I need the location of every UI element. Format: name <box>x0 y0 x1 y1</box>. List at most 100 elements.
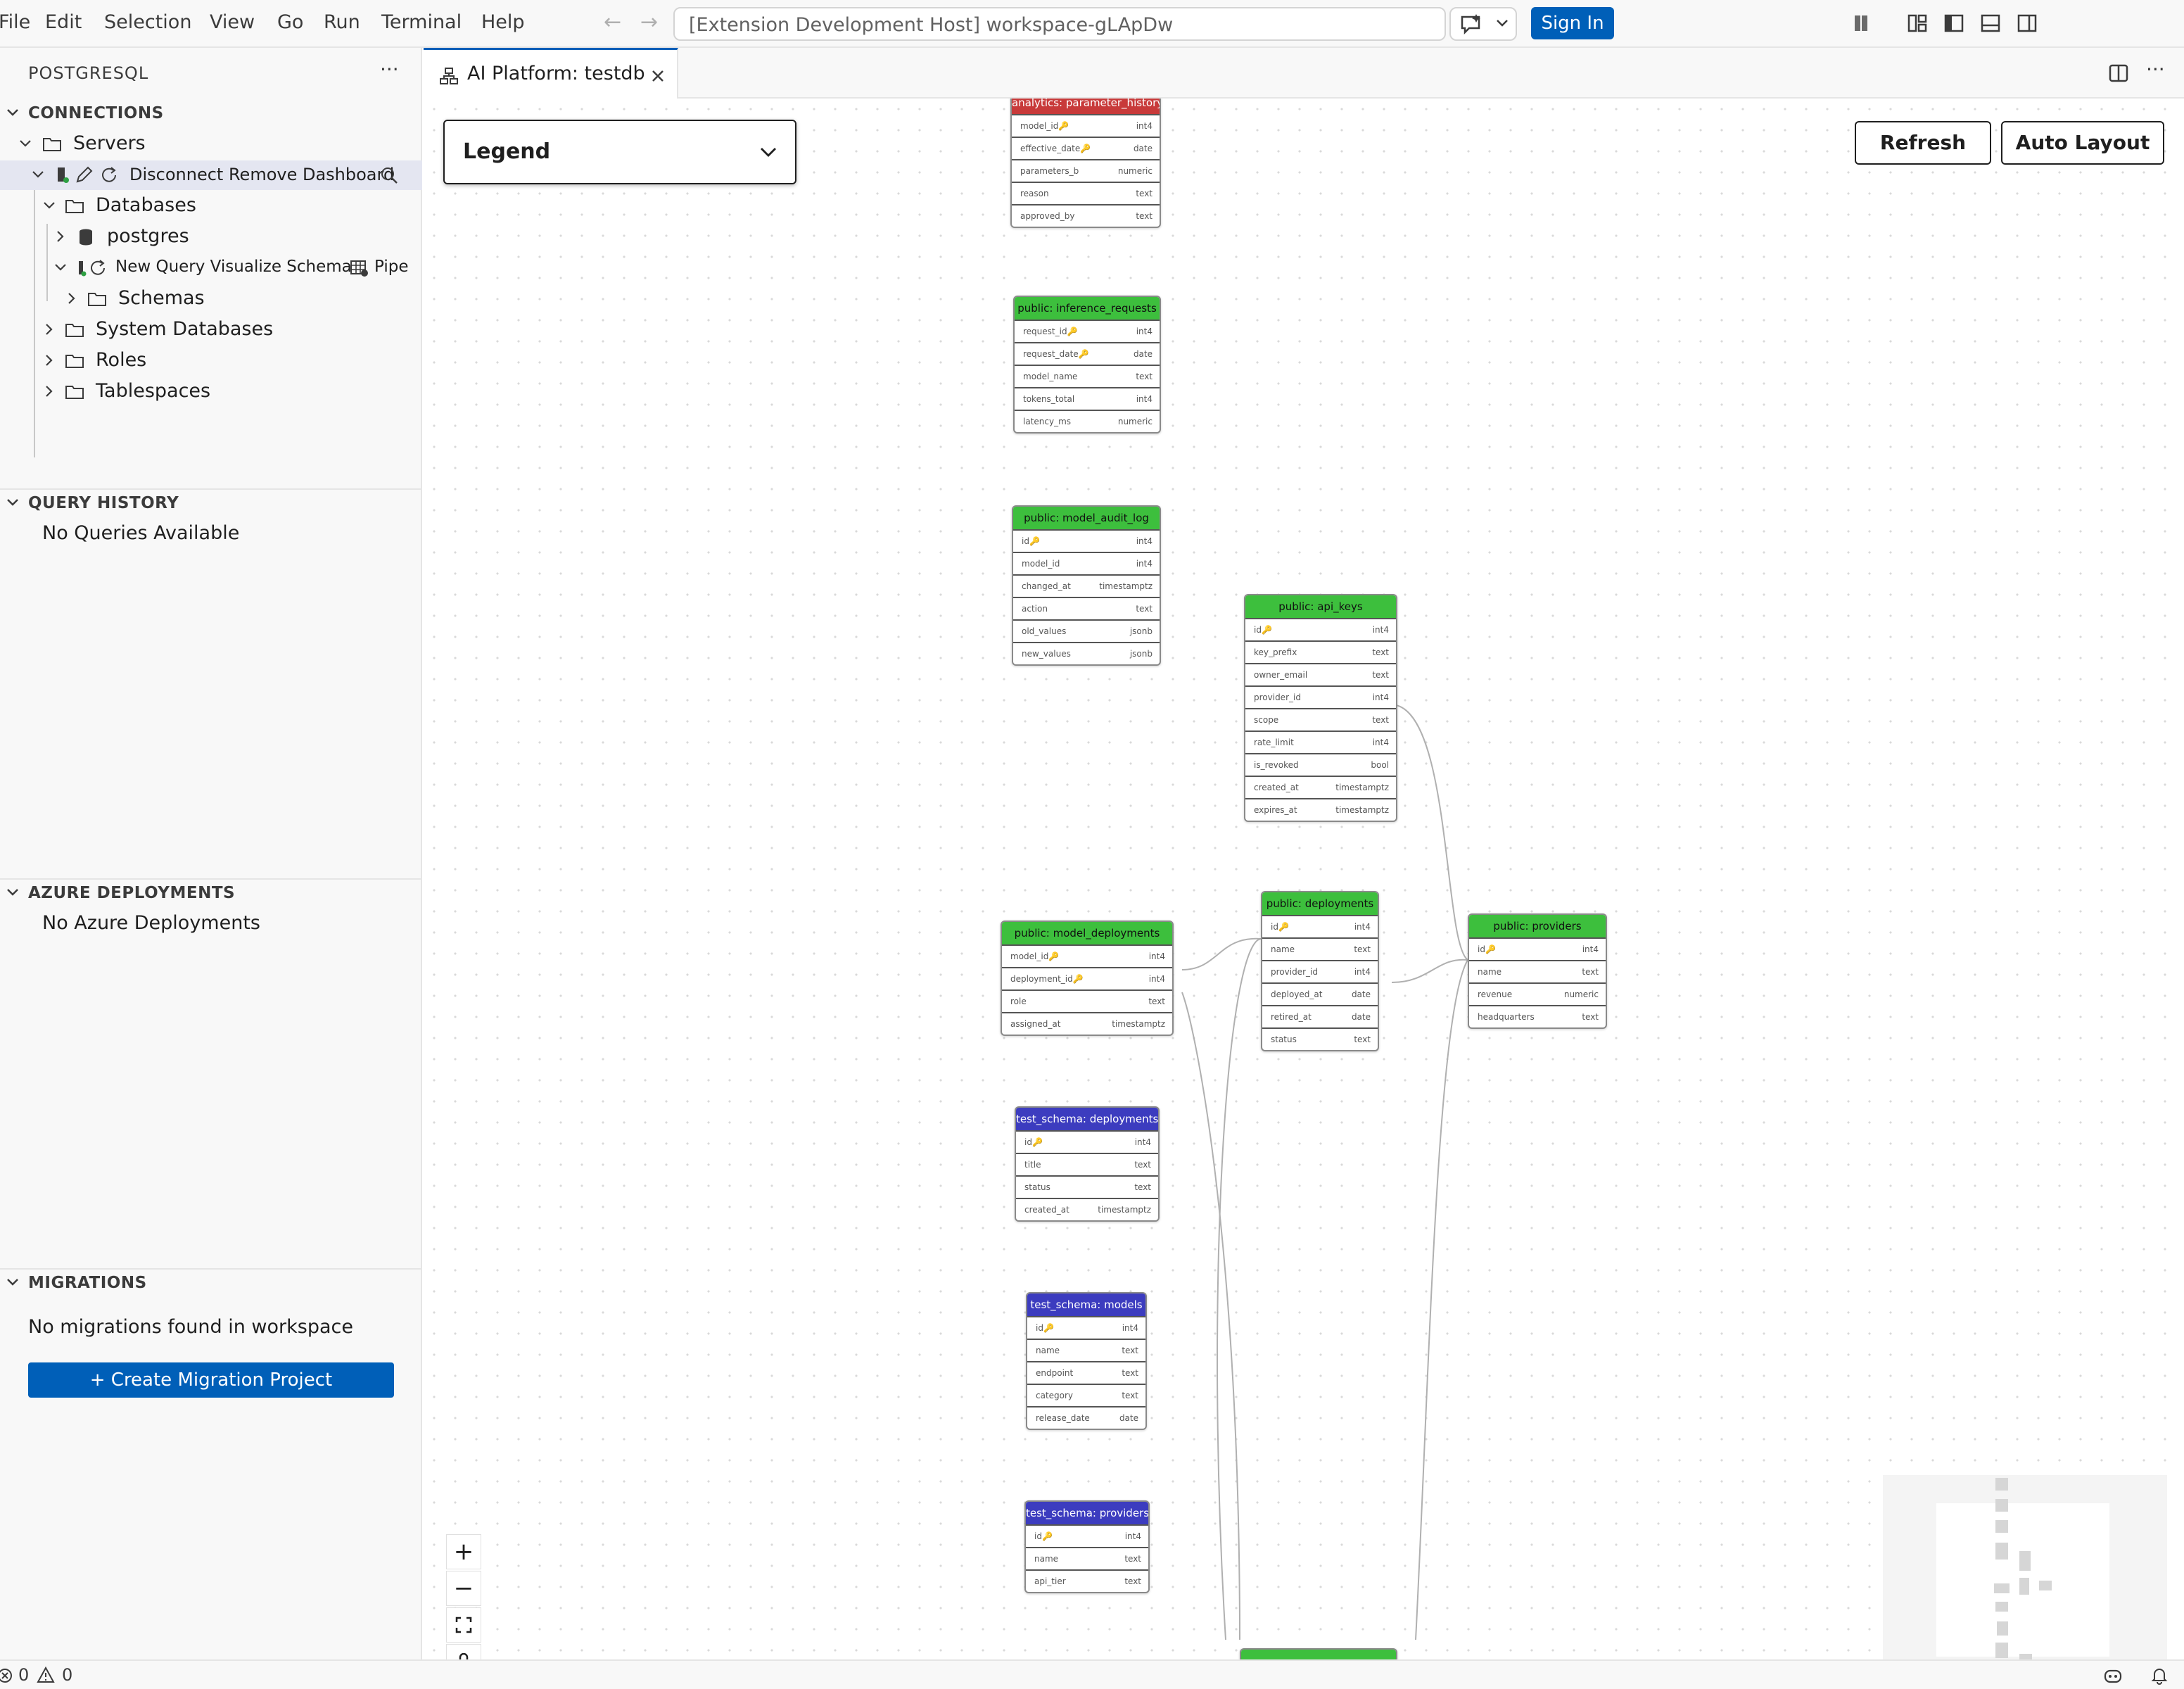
tree-item-server-connection[interactable]: Disconnect Remove Dashboard <box>0 160 422 190</box>
error-icon[interactable] <box>0 1668 13 1683</box>
er-column-row[interactable]: api_tier text <box>1026 1569 1148 1592</box>
command-center-search[interactable]: [Extension Development Host] workspace-g… <box>673 7 1446 41</box>
toggle-primary-sidebar-icon[interactable] <box>1943 13 1964 34</box>
er-column-row[interactable]: headquarters text <box>1469 1005 1606 1027</box>
er-column-row[interactable]: revenue numeric <box>1469 982 1606 1005</box>
copilot-icon[interactable] <box>2102 1666 2123 1685</box>
er-column-row[interactable]: id🔑 int4 <box>1013 529 1160 552</box>
server-actions-label[interactable]: Disconnect Remove Dashboard <box>129 165 394 184</box>
menu-help[interactable]: Help <box>481 11 525 33</box>
er-column-row[interactable]: parameters_b numeric <box>1012 159 1160 182</box>
er-column-row[interactable]: name text <box>1469 960 1606 982</box>
er-column-row[interactable]: is_revoked bool <box>1245 753 1396 776</box>
menu-terminal[interactable]: Terminal <box>381 11 462 33</box>
azure-deployments-section-header[interactable]: AZURE DEPLOYMENTS <box>0 880 422 908</box>
fit-view-button[interactable] <box>446 1607 481 1643</box>
er-table-deployments[interactable]: public: deployments id🔑 int4 name text provid… <box>1261 891 1379 1051</box>
er-column-row[interactable]: owner_email text <box>1245 663 1396 685</box>
tree-item-postgres[interactable]: postgres <box>0 222 422 252</box>
er-column-row[interactable]: assigned_at timestamptz <box>1002 1012 1172 1035</box>
lock-toggle-button[interactable] <box>446 1644 481 1659</box>
zoom-out-button[interactable]: − <box>446 1571 481 1606</box>
er-table-offscreen[interactable] <box>1240 1648 1397 1659</box>
er-column-row[interactable]: reason text <box>1012 182 1160 204</box>
create-migration-project-button[interactable]: + Create Migration Project <box>28 1362 394 1398</box>
edit-pencil-icon[interactable] <box>75 166 94 184</box>
menu-edit[interactable]: Edit <box>45 11 82 33</box>
er-column-row[interactable]: approved_by text <box>1012 204 1160 227</box>
search-icon[interactable] <box>380 166 400 184</box>
er-column-row[interactable]: role text <box>1002 989 1172 1012</box>
menu-file[interactable]: File <box>0 11 30 33</box>
er-column-row[interactable]: new_values jsonb <box>1013 642 1160 664</box>
er-column-row[interactable]: created_at timestamptz <box>1245 776 1396 798</box>
tree-item-servers[interactable]: Servers <box>0 129 422 159</box>
zoom-in-button[interactable]: + <box>446 1534 481 1569</box>
tree-item-system-databases[interactable]: System Databases <box>0 315 422 345</box>
er-table-test-schema-deployments[interactable]: test_schema: deployments id🔑 int4 title text… <box>1015 1106 1160 1222</box>
error-count[interactable]: 0 <box>18 1665 29 1685</box>
er-column-row[interactable]: request_date🔑 date <box>1015 342 1160 365</box>
er-column-row[interactable]: name text <box>1026 1547 1148 1569</box>
split-editor-icon[interactable] <box>2108 63 2129 83</box>
er-column-row[interactable]: id🔑 int4 <box>1016 1130 1158 1153</box>
more-actions-icon[interactable]: ··· <box>380 58 399 81</box>
er-column-row[interactable]: scope text <box>1245 708 1396 730</box>
er-column-row[interactable]: tokens_total int4 <box>1015 387 1160 410</box>
er-column-row[interactable]: effective_date🔑 date <box>1012 137 1160 159</box>
refresh-icon[interactable] <box>100 166 120 184</box>
tree-item-tablespaces[interactable]: Tablespaces <box>0 377 422 407</box>
menu-view[interactable]: View <box>210 11 255 33</box>
copilot-chat-button[interactable] <box>1449 7 1517 41</box>
er-column-row[interactable]: category text <box>1027 1384 1145 1406</box>
migrations-section-header[interactable]: MIGRATIONS <box>0 1270 422 1298</box>
query-history-section-header[interactable]: QUERY HISTORY <box>0 490 422 518</box>
er-column-row[interactable]: expires_at timestamptz <box>1245 798 1396 821</box>
er-column-row[interactable]: release_date date <box>1027 1406 1145 1429</box>
refresh-button[interactable]: Refresh <box>1855 121 1991 165</box>
close-icon[interactable] <box>650 68 666 84</box>
er-column-row[interactable]: changed_at timestamptz <box>1013 574 1160 597</box>
er-table-providers[interactable]: public: providers id🔑 int4 name text revenue n… <box>1468 913 1607 1029</box>
er-column-row[interactable]: deployment_id🔑 int4 <box>1002 967 1172 989</box>
warning-icon[interactable] <box>37 1666 55 1683</box>
er-column-row[interactable]: deployed_at date <box>1262 982 1378 1005</box>
er-column-row[interactable]: name text <box>1027 1339 1145 1361</box>
er-column-row[interactable]: id🔑 int4 <box>1245 618 1396 640</box>
er-column-row[interactable]: title text <box>1016 1153 1158 1175</box>
back-arrow-icon[interactable]: ← <box>604 10 621 34</box>
er-column-row[interactable]: name text <box>1262 937 1378 960</box>
legend-dropdown[interactable]: Legend <box>443 120 796 184</box>
table-icon[interactable] <box>349 259 369 277</box>
er-column-row[interactable]: model_id🔑 int4 <box>1012 114 1160 137</box>
sign-in-button[interactable]: Sign In <box>1531 7 1614 39</box>
er-column-row[interactable]: created_at timestamptz <box>1016 1198 1158 1220</box>
tab-ai-platform[interactable]: AI Platform: testdb <box>424 48 678 99</box>
er-table-model-deployments[interactable]: public: model_deployments model_id🔑 int4 de… <box>1001 921 1174 1036</box>
er-column-row[interactable]: action text <box>1013 597 1160 619</box>
er-column-row[interactable]: model_name text <box>1015 365 1160 387</box>
menu-run[interactable]: Run <box>324 11 360 33</box>
er-column-row[interactable]: id🔑 int4 <box>1027 1316 1145 1339</box>
minimap[interactable] <box>1883 1475 2167 1659</box>
er-table-api-keys[interactable]: public: api_keys id🔑 int4 key_prefix text own… <box>1244 594 1397 822</box>
er-table-model-audit-log[interactable]: public: model_audit_log id🔑 int4 model_id in… <box>1012 505 1161 666</box>
notifications-bell-icon[interactable] <box>2150 1666 2169 1685</box>
customize-layout-icon[interactable] <box>1907 13 1928 34</box>
er-column-row[interactable]: status text <box>1016 1175 1158 1198</box>
er-column-row[interactable]: retired_at date <box>1262 1005 1378 1027</box>
er-column-row[interactable]: old_values jsonb <box>1013 619 1160 642</box>
menu-go[interactable]: Go <box>277 11 303 33</box>
menu-selection[interactable]: Selection <box>104 11 191 33</box>
tree-item-roles[interactable]: Roles <box>0 346 422 376</box>
editor-more-actions-icon[interactable]: ··· <box>2146 58 2165 81</box>
er-column-row[interactable]: key_prefix text <box>1245 640 1396 663</box>
er-table-inference-requests[interactable]: public: inference_requests request_id🔑 int… <box>1013 296 1161 434</box>
er-column-row[interactable]: id🔑 int4 <box>1026 1524 1148 1547</box>
er-diagram-canvas[interactable]: Legend Refresh Auto Layout analytics: pa… <box>424 99 2184 1659</box>
er-column-row[interactable]: provider_id int4 <box>1262 960 1378 982</box>
er-column-row[interactable]: model_id🔑 int4 <box>1002 944 1172 967</box>
er-column-row[interactable]: endpoint text <box>1027 1361 1145 1384</box>
er-column-row[interactable]: rate_limit int4 <box>1245 730 1396 753</box>
er-column-row[interactable]: id🔑 int4 <box>1469 937 1606 960</box>
